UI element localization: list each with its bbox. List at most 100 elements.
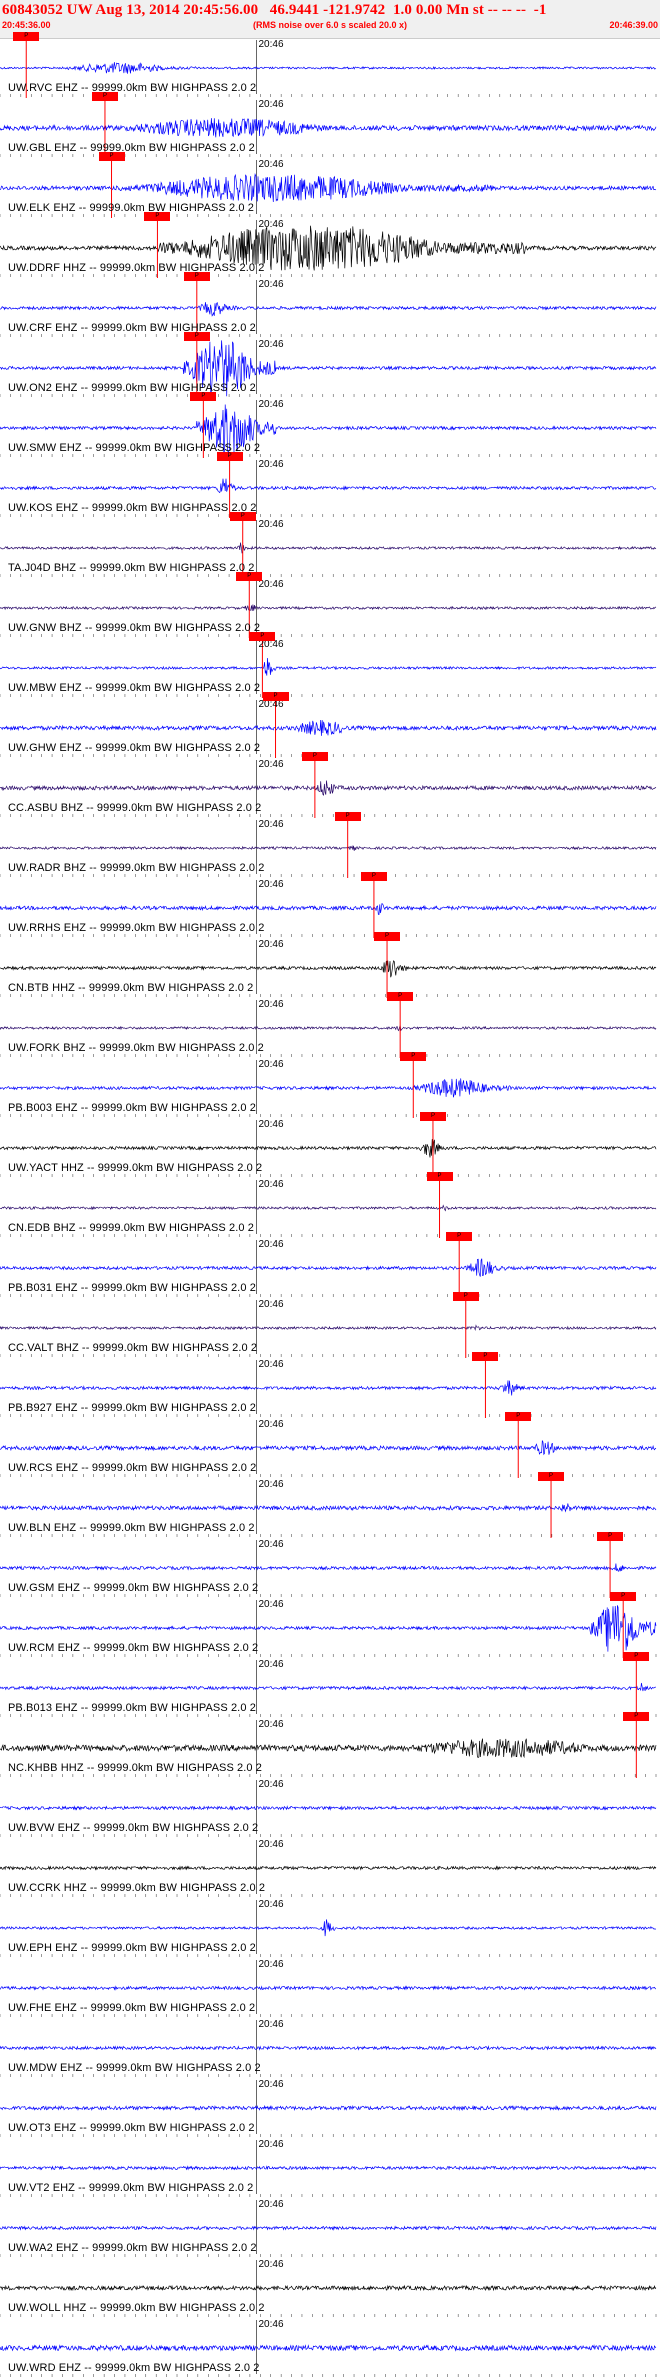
minute-tick-label: 20:46 <box>258 879 284 890</box>
waveform-trace <box>0 1440 657 1456</box>
pick-label: P <box>400 1052 427 1061</box>
minute-tick-label: 20:46 <box>258 1959 284 1970</box>
minute-tick-label: 20:46 <box>258 459 284 470</box>
pick-label: P <box>387 992 414 1001</box>
pick-label: P <box>183 272 210 281</box>
waveform-trace <box>0 542 657 554</box>
minute-tick-label: 20:46 <box>258 1839 284 1850</box>
pick-label: P <box>216 452 243 461</box>
pick-label: P <box>623 1652 650 1661</box>
station-label: UW.GSM EHZ -- 99999.0km BW HIGHPASS 2.0 … <box>8 1582 259 1594</box>
waveform-trace <box>0 657 657 676</box>
station-label: UW.MBW EHZ -- 99999.0km BW HIGHPASS 2.0 … <box>8 682 261 694</box>
station-label: UW.YACT HHZ -- 99999.0km BW HIGHPASS 2.0… <box>8 1162 263 1174</box>
station-label: UW.RVC EHZ -- 99999.0km BW HIGHPASS 2.0 … <box>8 82 257 94</box>
waveform-trace <box>0 1024 657 1032</box>
station-label: UW.CRF EHZ -- 99999.0km BW HIGHPASS 2.0 … <box>8 322 256 334</box>
station-label: CC.VALT BHZ -- 99999.0km BW HIGHPASS 2.0… <box>8 1342 258 1354</box>
waveform-trace <box>0 1682 657 1692</box>
station-label: UW.WOLL HHZ -- 99999.0km BW HIGHPASS 2.0… <box>8 2302 265 2314</box>
minute-tick-label: 20:46 <box>258 1119 284 1130</box>
pick-label: P <box>144 212 171 221</box>
pick-label: P <box>505 1412 532 1421</box>
waveform-trace <box>0 1805 657 1811</box>
minute-tick-label: 20:46 <box>258 279 284 290</box>
minute-tick-label: 20:46 <box>258 2259 284 2270</box>
waveform-trace <box>0 173 657 203</box>
pick-label: P <box>610 1592 637 1601</box>
waveform-trace <box>0 1139 657 1158</box>
station-label: PB.B013 EHZ -- 99999.0km BW HIGHPASS 2.0… <box>8 1702 256 1714</box>
seismogram-panel: UW.RVC EHZ -- 99999.0km BW HIGHPASS 2.0 … <box>0 32 660 2378</box>
pick-label: P <box>623 1712 650 1721</box>
minute-tick-label: 20:46 <box>258 1239 284 1250</box>
waveform-trace <box>0 903 657 916</box>
end-time: 20:46:39.00 <box>609 20 658 30</box>
pick-label: P <box>262 692 289 701</box>
pick-label: P <box>426 1172 453 1181</box>
waveform-trace <box>0 1078 657 1098</box>
minute-tick-label: 20:46 <box>258 219 284 230</box>
minute-tick-label: 20:46 <box>258 39 284 50</box>
waveform-trace <box>0 2045 657 2051</box>
minute-tick-label: 20:46 <box>258 1599 284 1610</box>
waveform-trace <box>0 719 657 736</box>
waveform-trace <box>0 1324 657 1332</box>
station-label: UW.MDW EHZ -- 99999.0km BW HIGHPASS 2.0 … <box>8 2062 261 2074</box>
station-label: UW.BLN EHZ -- 99999.0km BW HIGHPASS 2.0 … <box>8 1522 255 1534</box>
station-label: NC.KHBB HHZ -- 99999.0km BW HIGHPASS 2.0… <box>8 1762 263 1774</box>
waveform-trace <box>0 478 657 494</box>
pick-label: P <box>360 872 387 881</box>
waveform-trace <box>0 845 657 851</box>
minute-tick-label: 20:46 <box>258 2319 284 2330</box>
station-label: UW.KOS EHZ -- 99999.0km BW HIGHPASS 2.0 … <box>8 502 257 514</box>
minute-tick-label: 20:46 <box>258 1179 284 1190</box>
minute-tick-label: 20:46 <box>258 2019 284 2030</box>
waveform-trace <box>0 118 657 138</box>
minute-tick-label: 20:46 <box>258 399 284 410</box>
waveform-trace <box>0 1985 656 1991</box>
waveform-trace <box>0 1204 657 1212</box>
minute-tick-label: 20:46 <box>258 999 284 1010</box>
waveform-trace <box>0 1738 657 1759</box>
minute-tick-label: 20:46 <box>258 339 284 350</box>
minute-tick-label: 20:46 <box>258 159 284 170</box>
station-label: UW.GNW BHZ -- 99999.0km BW HIGHPASS 2.0 … <box>8 622 261 634</box>
waveform-trace <box>0 62 657 74</box>
minute-tick-label: 20:46 <box>258 519 284 530</box>
minute-tick-label: 20:46 <box>258 1299 284 1310</box>
header-bar: 60843052 UW Aug 13, 2014 20:45:56.00 46.… <box>0 0 660 39</box>
pick-label: P <box>538 1472 565 1481</box>
minute-tick-label: 20:46 <box>258 1419 284 1430</box>
station-label: PB.B031 EHZ -- 99999.0km BW HIGHPASS 2.0… <box>8 1282 256 1294</box>
station-label: UW.CCRK HHZ -- 99999.0km BW HIGHPASS 2.0… <box>8 1882 266 1894</box>
minute-tick-label: 20:46 <box>258 1899 284 1910</box>
pick-label: P <box>190 392 217 401</box>
station-label: UW.GBL EHZ -- 99999.0km BW HIGHPASS 2.0 … <box>8 142 255 154</box>
pick-label: P <box>236 572 263 581</box>
pick-label: P <box>446 1232 473 1241</box>
station-label: UW.RRHS EHZ -- 99999.0km BW HIGHPASS 2.0… <box>8 922 265 934</box>
waveform-trace <box>0 2104 657 2112</box>
pick-label: P <box>419 1112 446 1121</box>
station-label: UW.EPH EHZ -- 99999.0km BW HIGHPASS 2.0 … <box>8 1942 256 1954</box>
waveform-trace <box>0 780 657 796</box>
station-label: UW.OT3 EHZ -- 99999.0km BW HIGHPASS 2.0 … <box>8 2122 255 2134</box>
minute-tick-label: 20:46 <box>258 1719 284 1730</box>
pick-label: P <box>249 632 276 641</box>
minute-tick-label: 20:46 <box>258 2079 284 2090</box>
station-label: UW.FORK BHZ -- 99999.0km BW HIGHPASS 2.0… <box>8 1042 264 1054</box>
minute-tick-label: 20:46 <box>258 2199 284 2210</box>
station-label: PB.B927 EHZ -- 99999.0km BW HIGHPASS 2.0… <box>8 1402 256 1414</box>
waveform-trace <box>0 1563 657 1572</box>
waveform-trace <box>0 1503 657 1513</box>
station-label: UW.FHE EHZ -- 99999.0km BW HIGHPASS 2.0 … <box>8 2002 256 2014</box>
pick-label: P <box>301 752 328 761</box>
pick-label: P <box>452 1292 479 1301</box>
waveform-trace <box>0 960 657 978</box>
minute-tick-label: 20:46 <box>258 1539 284 1550</box>
station-label: UW.ELK EHZ -- 99999.0km BW HIGHPASS 2.0 … <box>8 202 254 214</box>
pick-label: P <box>597 1532 624 1541</box>
station-label: CN.BTB HHZ -- 99999.0km BW HIGHPASS 2.0 … <box>8 982 254 994</box>
pick-label: P <box>334 812 361 821</box>
